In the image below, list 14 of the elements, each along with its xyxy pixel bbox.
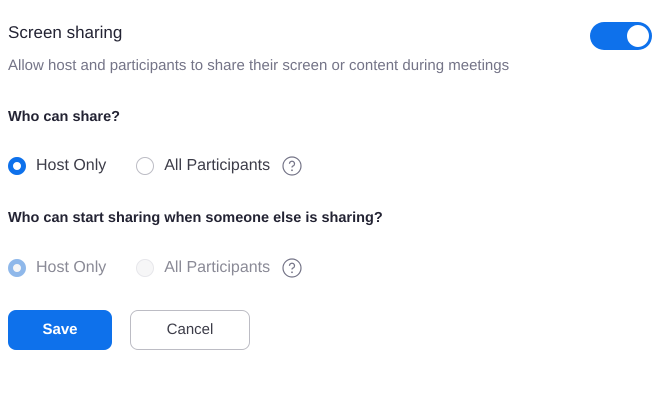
option-label: Host Only bbox=[36, 258, 106, 278]
toggle-switch[interactable] bbox=[590, 22, 652, 50]
setting-description: Allow host and participants to share their screen or content during meetings bbox=[8, 56, 510, 76]
radio-button[interactable] bbox=[136, 157, 154, 176]
group-heading: Who can share? bbox=[8, 108, 121, 126]
option-label: All Participants bbox=[164, 258, 270, 278]
cancel-button[interactable]: Cancel bbox=[130, 310, 250, 350]
group-heading: Who can start sharing when someone else is sharing? bbox=[8, 209, 384, 228]
setting-title: Screen sharing bbox=[8, 22, 124, 44]
help-icon[interactable] bbox=[282, 156, 302, 176]
option-label: All Participants bbox=[164, 156, 270, 176]
option-label: Host Only bbox=[36, 156, 106, 176]
radio-button[interactable] bbox=[8, 157, 26, 176]
save-button[interactable]: Save bbox=[8, 310, 112, 350]
